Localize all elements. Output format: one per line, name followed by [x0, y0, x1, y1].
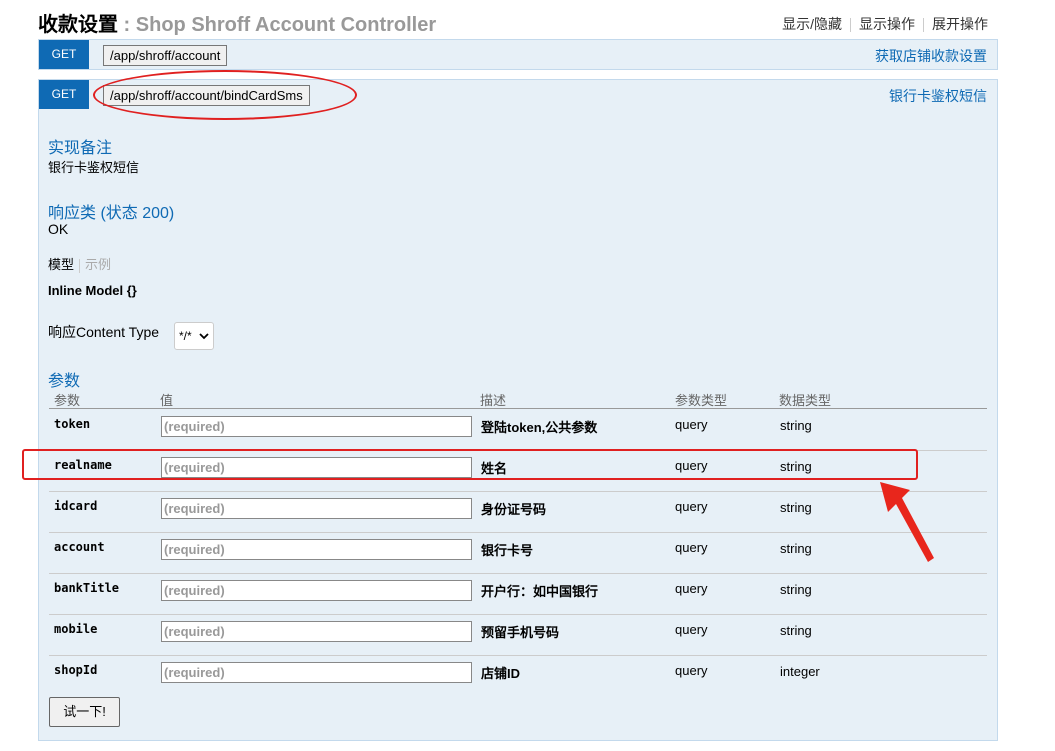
- param-value-input[interactable]: (required): [161, 539, 472, 560]
- table-row: mobile (required) 预留手机号码 query string: [49, 614, 987, 656]
- param-description: 身份证号码: [481, 502, 547, 517]
- toggle-visibility-link[interactable]: 显示/隐藏: [782, 14, 842, 34]
- param-type: query: [675, 663, 708, 678]
- data-type: string: [780, 582, 812, 597]
- table-row: realname (required) 姓名 query string: [49, 450, 987, 492]
- param-description: 开户行：如中国银行: [481, 584, 599, 599]
- data-type: string: [780, 418, 812, 433]
- param-name: mobile: [54, 622, 98, 636]
- table-row: bankTitle (required) 开户行：如中国银行 query str…: [49, 573, 987, 615]
- divider: [850, 18, 851, 33]
- response-text: OK: [48, 221, 69, 237]
- param-type: query: [675, 581, 708, 596]
- param-name: shopId: [54, 663, 98, 677]
- resource-title[interactable]: 收款设置 : Shop Shroff Account Controller: [38, 8, 436, 37]
- col-header-param: 参数: [54, 393, 81, 408]
- param-description: 姓名: [481, 461, 508, 476]
- col-header-value: 值: [160, 393, 174, 408]
- operation-summary[interactable]: 银行卡鉴权短信: [889, 86, 987, 106]
- response-class-heading: 响应类 (状态 200): [48, 205, 175, 222]
- divider: [79, 258, 81, 273]
- table-row: idcard (required) 身份证号码 query string: [49, 491, 987, 533]
- param-value-input[interactable]: (required): [161, 416, 472, 437]
- model-tabs: 模型 示例: [48, 254, 111, 273]
- param-description: 登陆token,公共参数: [481, 420, 598, 435]
- content-type-value: */*: [179, 329, 192, 343]
- param-value-input[interactable]: (required): [161, 457, 472, 478]
- http-method-badge[interactable]: GET: [39, 40, 89, 69]
- inline-model: Inline Model {}: [48, 283, 137, 298]
- data-type: string: [780, 500, 812, 515]
- col-header-description: 描述: [480, 393, 507, 408]
- operation-path[interactable]: /app/shroff/account: [103, 45, 228, 66]
- title-sub: Shop Shroff Account Controller: [135, 14, 437, 36]
- expand-operations-link[interactable]: 展开操作: [932, 14, 988, 34]
- param-name: bankTitle: [54, 581, 120, 595]
- data-type: string: [780, 459, 812, 474]
- param-description: 店铺ID: [481, 666, 521, 681]
- operation-path[interactable]: /app/shroff/account/bindCardSms: [103, 85, 310, 106]
- content-type-select[interactable]: */*: [174, 322, 214, 350]
- chevron-down-icon: [199, 333, 209, 340]
- data-type: string: [780, 623, 812, 638]
- param-name: account: [54, 540, 105, 554]
- param-type: query: [675, 417, 708, 432]
- table-row: account (required) 银行卡号 query string: [49, 532, 987, 574]
- param-type: query: [675, 540, 708, 555]
- operation-get-account[interactable]: GET /app/shroff/account 获取店铺收款设置: [38, 39, 998, 70]
- col-header-param-type: 参数类型: [675, 393, 728, 408]
- example-tab[interactable]: 示例: [85, 257, 111, 272]
- title-main: 收款设置: [38, 14, 118, 36]
- table-row: token (required) 登陆token,公共参数 query stri…: [49, 409, 987, 451]
- operation-heading[interactable]: GET /app/shroff/account/bindCardSms 银行卡鉴…: [39, 80, 997, 109]
- resource-header: 收款设置 : Shop Shroff Account Controller 显示…: [38, 6, 998, 36]
- operation-summary[interactable]: 获取店铺收款设置: [875, 46, 987, 66]
- data-type: integer: [780, 664, 820, 679]
- http-method-badge[interactable]: GET: [39, 80, 89, 109]
- data-type: string: [780, 541, 812, 556]
- header-links: 显示/隐藏 显示操作 展开操作: [782, 14, 988, 34]
- param-name: idcard: [54, 499, 98, 513]
- param-name: token: [54, 417, 91, 431]
- parameters-heading: 参数: [48, 373, 81, 390]
- param-value-input[interactable]: (required): [161, 498, 472, 519]
- try-it-out-button[interactable]: 试一下!: [49, 697, 120, 727]
- param-description: 预留手机号码: [481, 625, 560, 640]
- param-value-input[interactable]: (required): [161, 621, 472, 642]
- param-type: query: [675, 458, 708, 473]
- notes-heading: 实现备注: [48, 140, 113, 157]
- param-name: realname: [54, 458, 112, 472]
- param-value-input[interactable]: (required): [161, 662, 472, 683]
- content-type-label: 响应Content Type: [48, 324, 160, 340]
- notes-text: 银行卡鉴权短信: [48, 160, 140, 175]
- table-row: shopId (required) 店铺ID query integer: [49, 655, 987, 696]
- title-separator: :: [118, 14, 136, 36]
- param-description: 银行卡号: [481, 543, 534, 558]
- param-type: query: [675, 622, 708, 637]
- show-operations-link[interactable]: 显示操作: [859, 14, 915, 34]
- param-type: query: [675, 499, 708, 514]
- param-value-input[interactable]: (required): [161, 580, 472, 601]
- col-header-data-type: 数据类型: [779, 393, 832, 408]
- divider: [923, 18, 924, 33]
- model-tab[interactable]: 模型: [48, 257, 74, 272]
